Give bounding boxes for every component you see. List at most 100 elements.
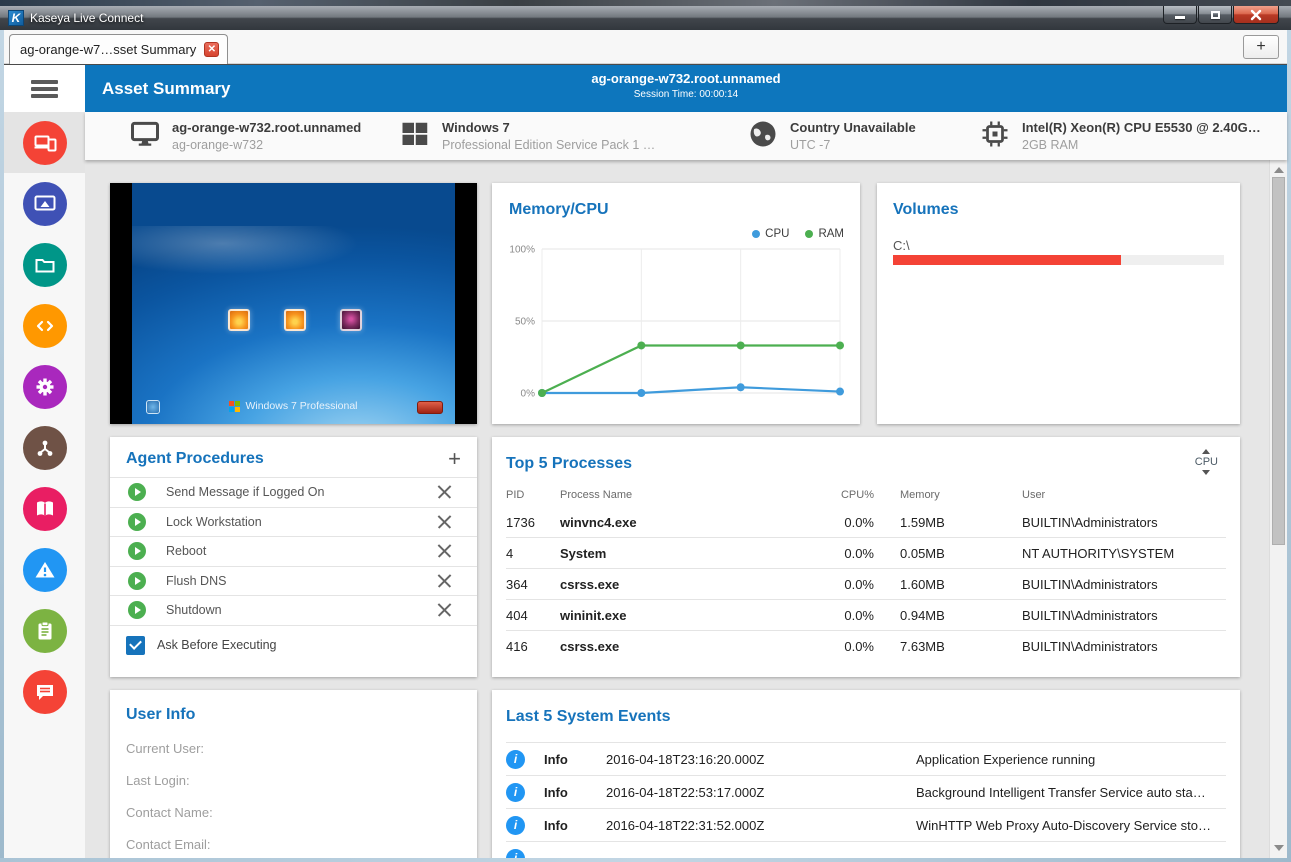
new-tab-button[interactable]: + (1243, 35, 1279, 59)
window-border (1287, 30, 1291, 862)
process-memory: 1.59MB (874, 515, 984, 530)
sidebar-item-tasks[interactable] (4, 600, 85, 661)
close-button[interactable] (1233, 6, 1279, 24)
info-location: Country Unavailable UTC -7 (748, 119, 916, 152)
hamburger-icon (31, 77, 58, 101)
drive-label: C:\ (893, 238, 910, 253)
scroll-down-icon[interactable] (1274, 845, 1284, 851)
menu-button[interactable] (4, 65, 85, 112)
cpu-icon (980, 119, 1010, 149)
gear-icon (33, 375, 57, 399)
ram-label: 2GB RAM (1022, 138, 1261, 152)
process-user: BUILTIN\Administrators (984, 639, 1226, 654)
top-processes-title: Top 5 Processes (506, 455, 632, 473)
sidebar-item-settings[interactable] (4, 356, 85, 417)
info-icon: i (506, 849, 525, 859)
sidebar-item-network[interactable] (4, 417, 85, 478)
desktop-thumbnail[interactable]: Windows 7 Professional (110, 183, 477, 424)
process-memory: 7.63MB (874, 639, 984, 654)
scroll-up-icon[interactable] (1274, 167, 1284, 173)
process-memory: 0.05MB (874, 546, 984, 561)
vertical-scrollbar[interactable] (1269, 160, 1287, 858)
book-icon (33, 497, 57, 521)
top-processes-panel: Top 5 Processes CPU PID Process Name CPU… (492, 437, 1240, 677)
ask-before-executing-label: Ask Before Executing (157, 638, 277, 652)
procedure-label: Shutdown (166, 603, 437, 617)
event-message: WinHTTP Web Proxy Auto-Discovery Service… (916, 818, 1226, 833)
window-border (0, 30, 4, 862)
dashboard-content: Windows 7 Professional Memory/CPU CPU RA… (85, 160, 1269, 858)
run-procedure-button[interactable] (128, 572, 146, 590)
kaseya-logo-icon: K (8, 10, 24, 26)
windows-flag-icon (229, 401, 240, 412)
memory-cpu-chart: 0%50%100% (496, 235, 850, 415)
add-procedure-button[interactable]: + (448, 450, 461, 468)
login-screen-preview: Windows 7 Professional (132, 183, 455, 424)
os-name: Windows 7 (442, 120, 655, 135)
run-procedure-button[interactable] (128, 542, 146, 560)
contact-name-label: Contact Name: (126, 805, 461, 820)
remove-procedure-icon[interactable] (437, 573, 452, 588)
process-cpu: 0.0% (810, 515, 874, 530)
clipboard-icon (33, 619, 57, 643)
header-machine-id: ag-orange-w732.root.unnamed (85, 71, 1287, 86)
windows-branding: Windows 7 Professional (132, 400, 455, 412)
run-procedure-button[interactable] (128, 601, 146, 619)
procedure-row: Send Message if Logged On (110, 477, 477, 507)
sidebar-item-chat[interactable] (4, 661, 85, 722)
sidebar-item-command-shell[interactable] (4, 295, 85, 356)
run-procedure-button[interactable] (128, 513, 146, 531)
memory-cpu-title: Memory/CPU (509, 201, 609, 219)
procedure-row: Lock Workstation (110, 507, 477, 537)
minimize-icon (1175, 16, 1185, 19)
sort-by-cpu-control[interactable]: CPU (1195, 449, 1218, 475)
minimize-button[interactable] (1163, 6, 1197, 24)
sidebar-item-documentation[interactable] (4, 478, 85, 539)
process-row: 4 System 0.0% 0.05MB NT AUTHORITY\SYSTEM (506, 538, 1226, 569)
remove-procedure-icon[interactable] (437, 514, 452, 529)
remove-procedure-icon[interactable] (437, 485, 452, 500)
scrollbar-thumb[interactable] (1272, 177, 1285, 545)
user-account-tile (228, 309, 250, 331)
svg-text:0%: 0% (521, 389, 536, 400)
ease-of-access-icon (146, 400, 160, 414)
chat-icon (33, 680, 57, 704)
procedure-label: Reboot (166, 544, 437, 558)
remove-procedure-icon[interactable] (437, 603, 452, 618)
close-icon (1250, 9, 1262, 21)
process-user: BUILTIN\Administrators (984, 608, 1226, 623)
code-icon (33, 314, 57, 338)
screen-share-icon (33, 192, 57, 216)
sidebar-item-file-manager[interactable] (4, 234, 85, 295)
remove-procedure-icon[interactable] (437, 544, 452, 559)
power-button-icon (417, 401, 443, 414)
event-row: i Info 2016-04-18T22:31:52.000Z WinHTTP … (506, 808, 1226, 841)
sidebar-item-remote-control[interactable] (4, 173, 85, 234)
ask-before-executing-checkbox[interactable] (126, 636, 145, 655)
sidebar-item-asset-summary[interactable] (4, 112, 85, 173)
col-name: Process Name (560, 489, 810, 501)
processes-table: PID Process Name CPU% Memory User 1736 w… (506, 483, 1226, 662)
memory-cpu-panel: Memory/CPU CPU RAM 0%50%100% (492, 183, 860, 424)
maximize-button[interactable] (1198, 6, 1232, 24)
info-os: Windows 7 Professional Edition Service P… (400, 119, 655, 152)
system-events-title: Last 5 System Events (506, 708, 671, 726)
window-titlebar[interactable]: K Kaseya Live Connect (0, 6, 1291, 30)
country-label: Country Unavailable (790, 120, 916, 135)
volumes-panel: Volumes C:\ (877, 183, 1240, 424)
sidebar-item-alerts[interactable] (4, 539, 85, 600)
user-info-title: User Info (126, 706, 461, 724)
tab-asset-summary[interactable]: ag-orange-w7…sset Summary ✕ (9, 34, 228, 64)
procedure-row: Flush DNS (110, 566, 477, 596)
window-border (0, 858, 1291, 862)
tab-close-icon[interactable]: ✕ (204, 42, 219, 57)
process-user: BUILTIN\Administrators (984, 515, 1226, 530)
process-name: wininit.exe (560, 608, 810, 623)
events-table: i Info 2016-04-18T23:16:20.000Z Applicat… (506, 742, 1226, 858)
process-cpu: 0.0% (810, 577, 874, 592)
event-level: Info (544, 785, 606, 800)
col-pid: PID (506, 489, 560, 501)
devices-icon (33, 131, 57, 155)
process-row: 1736 winvnc4.exe 0.0% 1.59MB BUILTIN\Adm… (506, 507, 1226, 538)
run-procedure-button[interactable] (128, 483, 146, 501)
